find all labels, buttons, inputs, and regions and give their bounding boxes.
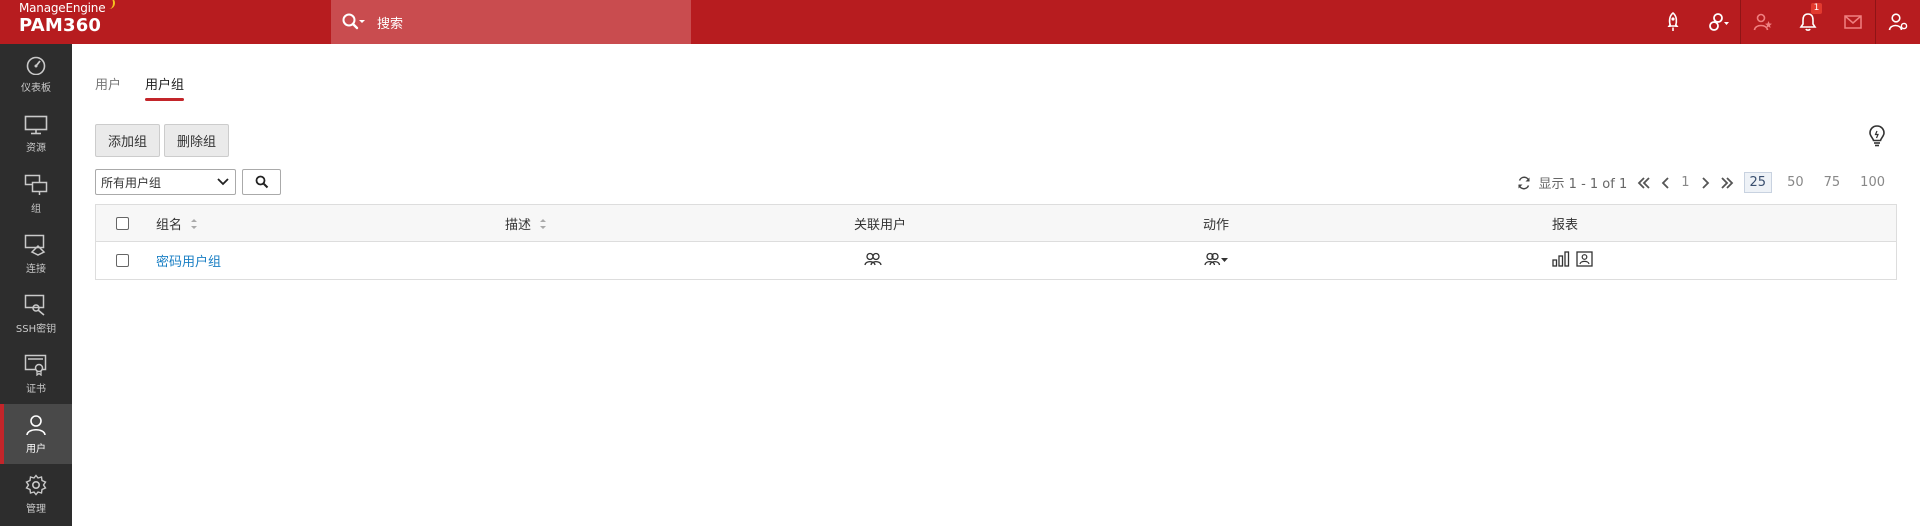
page-size-option[interactable]: 50 [1782,173,1809,192]
page-size-option[interactable]: 100 [1855,173,1890,192]
key-link-icon[interactable] [1695,0,1740,44]
add-group-button[interactable]: 添加组 [95,124,161,157]
rocket-icon[interactable] [1650,0,1695,44]
search-icon [255,175,268,189]
sidebar-item-groups[interactable]: 组 [0,164,72,224]
user-icon [26,414,46,435]
notification-badge: 1 [1811,3,1822,14]
ssh-key-icon [24,294,45,316]
sidebar-item-connections[interactable]: 连接 [0,224,72,284]
table-row: 密码用户组 [96,242,1896,279]
global-search[interactable]: 搜索 [331,0,691,44]
brand-product: PAM360 [19,15,102,36]
sort-icon[interactable] [539,218,547,230]
sidebar-item-label: 管理 [26,503,46,515]
first-page-icon[interactable] [1637,176,1651,189]
user-report-icon[interactable] [1576,250,1594,271]
sidebar-item-label: 连接 [26,263,46,275]
bar-chart-report-icon[interactable] [1552,250,1570,271]
column-header-description[interactable]: 描述 [505,205,547,242]
column-header-actions: 动作 [1203,218,1230,233]
brand-logo[interactable]: ManageEngine PAM360 [19,0,329,44]
sidebar-item-label: SSH密钥 [15,323,57,335]
mail-icon[interactable] [1830,0,1875,44]
user-settings-icon[interactable] [1875,0,1920,44]
sidebar-item-resources[interactable]: 资源 [0,104,72,164]
pagination: 显示 1 - 1 of 1 1 25 50 75 100 [1507,172,1890,193]
user-star-icon[interactable] [1740,0,1785,44]
column-header-label: 描述 [505,218,532,233]
sidebar-item-ssh-keys[interactable]: SSH密钥 [0,284,72,344]
filter-search-button[interactable] [242,169,281,195]
page-size-option[interactable]: 25 [1743,172,1773,193]
tab-users[interactable]: 用户 [95,74,121,99]
user-groups-table: 组名 描述 关联用户 动作 报表 密码用户组 [95,204,1897,280]
group-filter-value: 所有用户组 [101,175,162,190]
group-filter-select[interactable]: 所有用户组 [95,169,236,195]
next-page-icon[interactable] [1700,176,1710,189]
sidebar-item-label: 证书 [26,383,46,395]
dashboard-icon [26,56,46,75]
chevron-down-icon [217,178,229,186]
brand-arc-icon [107,0,115,9]
group-actions-menu-icon[interactable] [1204,252,1230,270]
action-bar: 添加组 删除组 [95,124,230,157]
last-page-icon[interactable] [1720,176,1734,189]
select-all-checkbox[interactable] [116,217,129,230]
sidebar-item-label: 组 [31,203,41,215]
tab-bar: 用户 用户组 [95,74,185,101]
main-content: 用户 用户组 添加组 删除组 所有用户组 显示 1 - 1 of 1 1 25 … [72,44,1920,526]
table-header: 组名 描述 关联用户 动作 报表 [96,205,1896,242]
tab-user-groups[interactable]: 用户组 [145,74,185,101]
page-size-option[interactable]: 75 [1819,173,1846,192]
row-checkbox[interactable] [116,254,129,267]
sort-icon[interactable] [190,218,198,230]
sidebar-item-users[interactable]: 用户 [0,404,72,464]
refresh-icon[interactable] [1517,176,1531,190]
sidebar-item-dashboard[interactable]: 仪表板 [0,44,72,104]
group-icon [24,174,48,195]
bell-icon[interactable]: 1 [1785,0,1830,44]
lightbulb-icon[interactable] [1867,124,1887,148]
column-header-associated-users: 关联用户 [854,218,907,233]
group-name-link[interactable]: 密码用户组 [156,251,221,270]
column-header-reports: 报表 [1552,218,1579,233]
search-dropdown-icon[interactable] [341,12,367,32]
associate-users-icon[interactable] [864,252,882,270]
top-bar: ManageEngine PAM360 搜索 1 [0,0,1920,44]
sidebar-item-label: 用户 [26,443,46,455]
sidebar-item-admin[interactable]: 管理 [0,464,72,524]
pagination-summary: 显示 1 - 1 of 1 [1538,177,1628,192]
sidebar-item-label: 资源 [26,142,46,154]
monitor-icon [24,115,48,134]
current-page[interactable]: 1 [1681,175,1689,190]
delete-group-button[interactable]: 删除组 [164,124,230,157]
search-input[interactable]: 搜索 [377,13,403,32]
sidebar: 仪表板 资源 组 连接 SSH密钥 证书 用户 管理 [0,44,72,526]
previous-page-icon[interactable] [1661,176,1671,189]
brand-company: ManageEngine [19,1,106,15]
certificate-icon [24,354,47,376]
column-header-label: 组名 [156,218,183,233]
gear-icon [25,473,47,496]
column-header-name[interactable]: 组名 [156,205,198,242]
connection-icon [24,234,46,256]
sidebar-item-certificates[interactable]: 证书 [0,344,72,404]
sidebar-item-label: 仪表板 [21,82,51,94]
